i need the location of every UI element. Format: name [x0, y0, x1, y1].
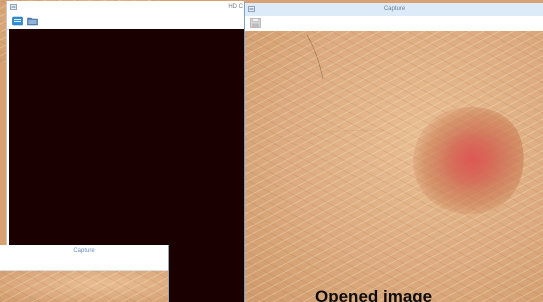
opened-image: Opened image: [245, 31, 543, 302]
camera-icon[interactable]: [12, 16, 23, 26]
folder-icon[interactable]: [27, 16, 38, 26]
capture-window-title: Capture: [383, 6, 406, 12]
app-icon: [10, 4, 17, 10]
skin-lesion-core: [443, 129, 501, 191]
capture-toolbar: [245, 16, 543, 32]
hd-camera-window-title: HD C: [228, 4, 243, 10]
capture-small-titlebar[interactable]: Capture: [0, 245, 168, 259]
save-icon[interactable]: [250, 18, 261, 28]
image-caption: Opened image: [315, 287, 433, 302]
capture-small-toolbar: [0, 258, 168, 271]
capture-titlebar[interactable]: Capture: [245, 3, 543, 17]
hd-camera-toolbar: [7, 14, 244, 30]
hd-camera-titlebar[interactable]: HD C: [7, 1, 244, 15]
capture-window-small: Capture: [0, 245, 169, 302]
capture-small-window-title: Capture: [73, 248, 95, 254]
captured-image-small: [0, 271, 168, 302]
capture-window: Capture Opened image: [244, 3, 543, 302]
